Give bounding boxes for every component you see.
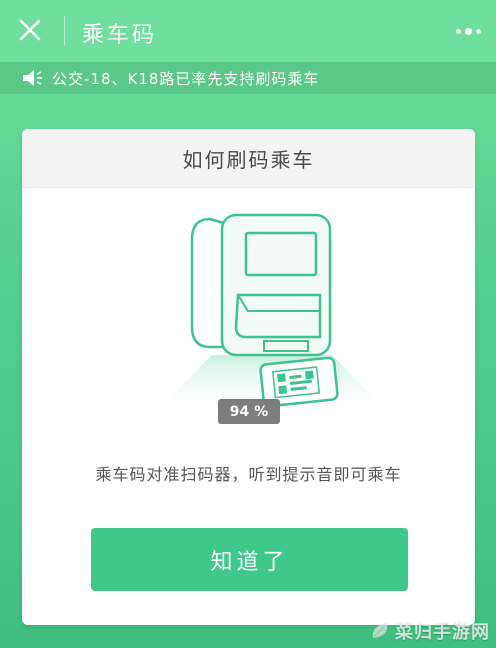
notice-text: 公交-18、K18路已率先支持刷码乘车 xyxy=(52,69,320,88)
close-button[interactable] xyxy=(14,14,46,46)
watermark: 菜归手游网 xyxy=(369,618,490,644)
speaker-icon xyxy=(22,69,44,87)
more-icon-right-dot xyxy=(475,28,481,34)
header-divider xyxy=(64,16,65,46)
more-icon xyxy=(455,28,461,34)
more-icon-center-dot xyxy=(464,27,472,35)
card-title: 如何刷码乘车 xyxy=(182,147,315,172)
close-icon xyxy=(19,19,41,41)
instruction-text: 乘车码对准扫码器，听到提示音即可乘车 xyxy=(95,465,402,484)
help-card: 如何刷码乘车 94 % 乘车码对准扫码器，听到提示音即可乘车 知道了 xyxy=(22,129,475,625)
card-header: 如何刷码乘车 xyxy=(22,129,475,188)
top-bar: 乘车码 xyxy=(0,0,496,62)
notice-bar[interactable]: 公交-18、K18路已率先支持刷码乘车 xyxy=(0,62,496,94)
watermark-text: 菜归手游网 xyxy=(395,622,490,643)
leaf-logo-icon xyxy=(372,623,388,638)
more-button[interactable] xyxy=(452,16,484,46)
progress-badge: 94 % xyxy=(218,399,280,424)
scanner-illustration xyxy=(156,213,388,412)
page-title: 乘车码 xyxy=(82,23,158,48)
got-it-button[interactable]: 知道了 xyxy=(91,528,408,591)
